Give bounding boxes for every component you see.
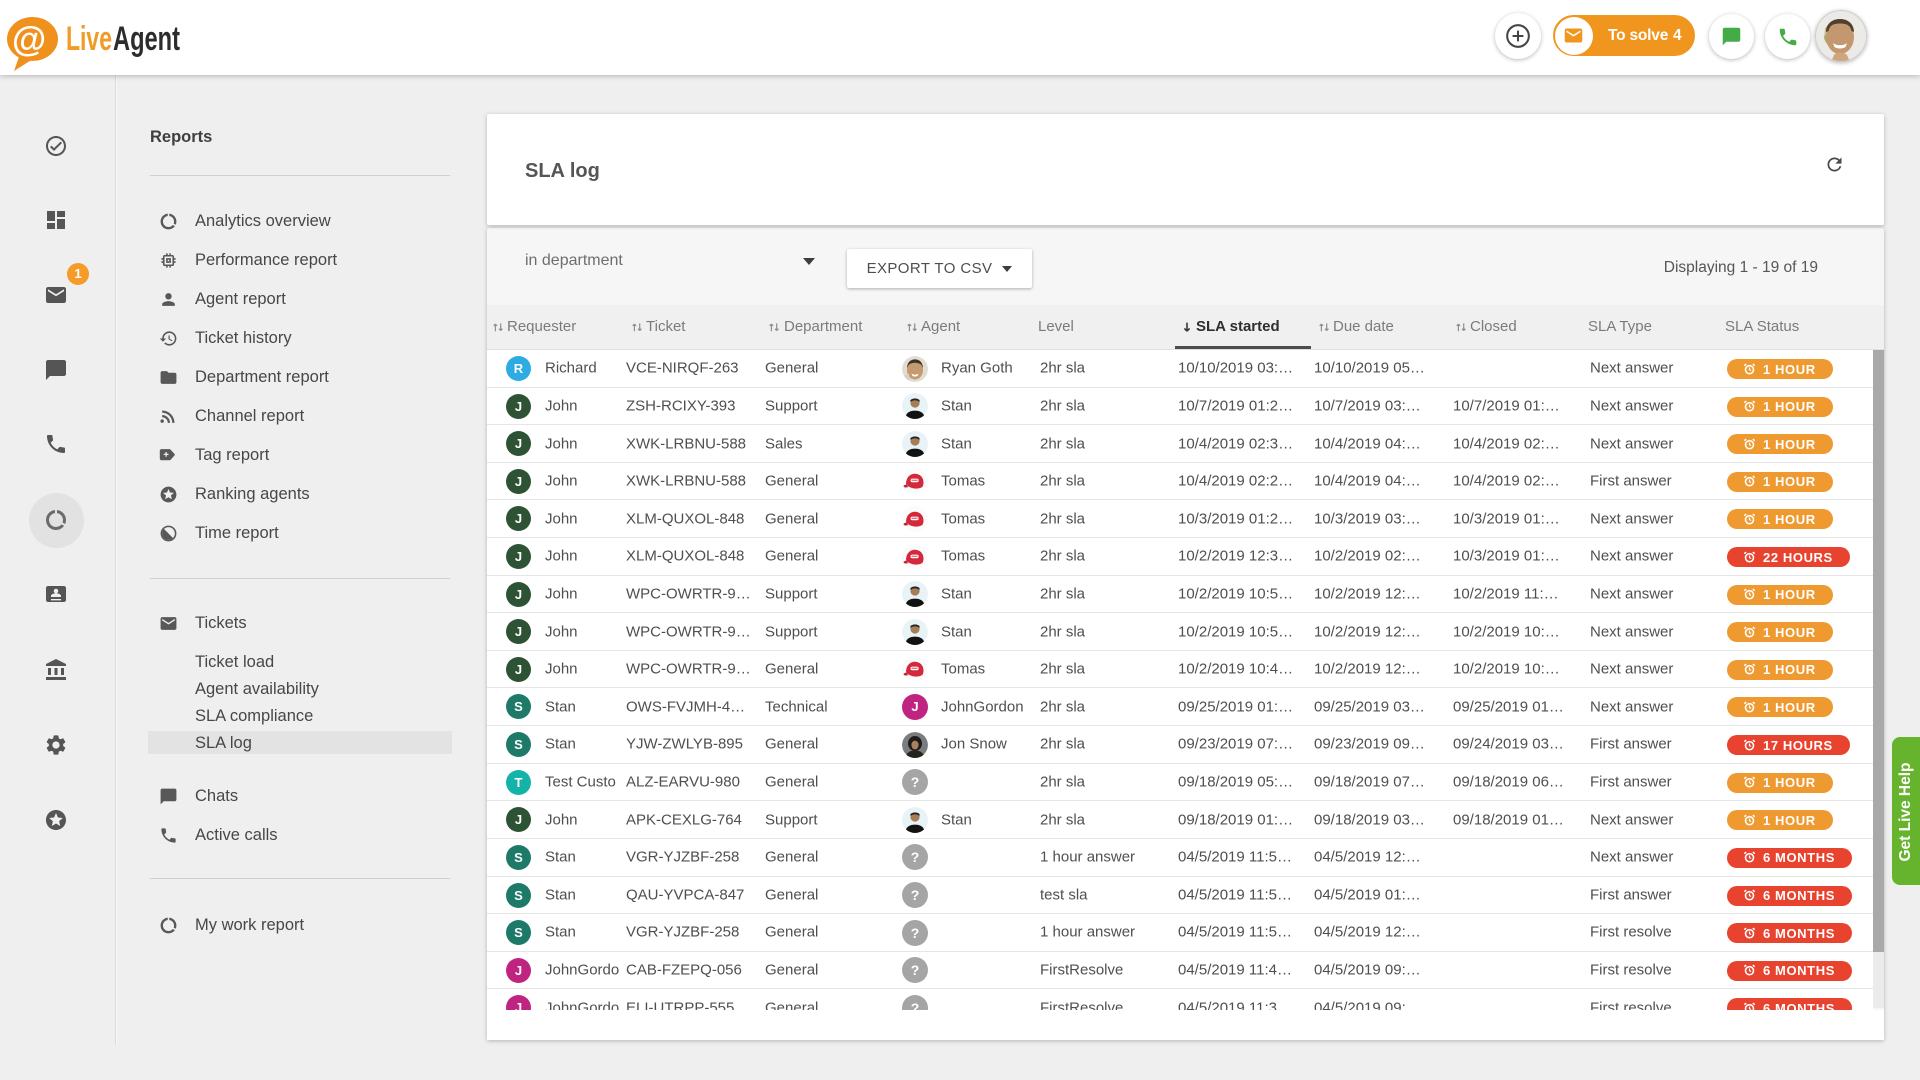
- svg-text:@: @: [12, 20, 46, 59]
- svg-text:Live: Live: [66, 20, 112, 58]
- svg-text:Agent: Agent: [113, 20, 180, 58]
